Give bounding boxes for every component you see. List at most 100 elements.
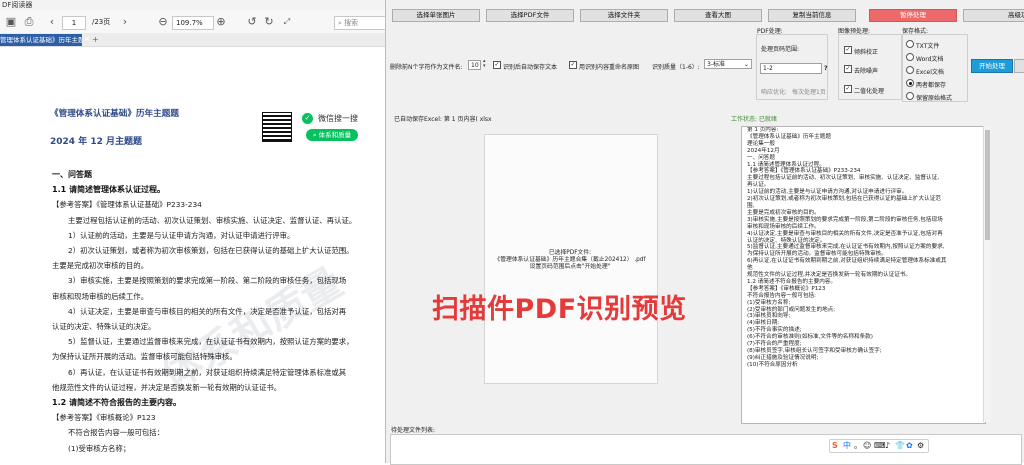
prev-page-icon[interactable]: ‹ [45, 15, 59, 29]
quality-select[interactable]: 3-标准 ⌄ [704, 59, 752, 69]
tab-document-label: 管理体系认证基础》历年主题 [0, 36, 82, 44]
result-line: 【参考答案】《审核概论》P123 [747, 285, 826, 292]
reader-title-bar: DF阅读器 [0, 0, 385, 11]
pdf-reader-window: DF阅读器 ▣ ⎙ ‹ 1 /23页 › ⊖ 109.7% ⌄ ⊕ ↺ ↻ ⤢ … [0, 0, 386, 463]
pdf-heading: 1.2 请简述不符合报告的主要内容。 [52, 398, 181, 407]
advanced-button[interactable]: 高级功能 [963, 9, 1024, 22]
next-page-icon[interactable]: › [118, 15, 132, 29]
pending-label: 待处理文件列表: [391, 427, 436, 434]
print-icon[interactable]: ⎙ [22, 15, 36, 29]
pdf-text-line: 6）再认证，在认证证书有效期到期之前，对获证组织持续满足特定管理体系标准或其 [68, 367, 347, 377]
radio-word[interactable] [906, 53, 914, 61]
page-number-input[interactable]: 1 [62, 16, 86, 30]
keyboard-icon[interactable]: ⌨ [874, 441, 886, 451]
search-placeholder: 搜索 [344, 19, 359, 27]
deskew-checkbox[interactable]: ✓ [844, 46, 852, 54]
pause-button[interactable]: 暂停处理 [869, 9, 957, 22]
copy-info-button[interactable]: 复制当前信息 [768, 9, 856, 22]
pdf-heading: 一、问答题 [52, 170, 92, 179]
emoji-icon[interactable]: ☺ [863, 441, 871, 451]
rename-count-input[interactable]: 10 [468, 60, 481, 70]
preview-title: 扫描件PDF识别预览 [432, 294, 687, 325]
radio-original[interactable] [906, 92, 914, 100]
pdf-text-line: (1)受审核方名称； [68, 443, 131, 453]
reader-tab-bar: 管理体系认证基础》历年主题 ✕ + [0, 33, 385, 47]
origin-name-checkbox[interactable]: ✓ [569, 61, 577, 69]
radio-txt[interactable] [906, 40, 914, 48]
result-line: 规范性文件的认证过程,并决定是否换发新一轮有效期的认证证书。 [747, 272, 911, 279]
radio-excel[interactable] [906, 66, 914, 74]
stepper-icon[interactable]: ▴ ▾ [483, 59, 486, 69]
denoise-label: 去除噪声 [854, 68, 879, 75]
select-image-button[interactable]: 选择单张图片 [392, 9, 480, 22]
result-textbox[interactable]: 第 1 页内容: 《管理体系认证基础》历年主题题 理论集一般 2024年12月 一、问答… [741, 126, 986, 424]
result-scrollbar[interactable] [983, 126, 991, 422]
rotate-right-icon[interactable]: ↻ [262, 15, 276, 29]
ime-toolbar[interactable]: S 中 。 ☺ ⌨ ♪ 👕 ✿ ⚙ [829, 439, 929, 453]
new-tab-icon[interactable]: + [92, 33, 99, 46]
result-line: 4)认证决定,主要是审查与审核目的相关的所有文件,决定是否准予认证,包括对再 [747, 230, 943, 237]
pdf-text-line: 为保持认证所开展的活动。监督审核可能包括特殊审核。 [52, 352, 237, 362]
ime-mode-icon[interactable]: 中 [843, 441, 851, 451]
quality-label: 识别质量（1-6）: [652, 64, 700, 71]
close-tab-icon[interactable]: ✕ [84, 33, 90, 46]
pdf-text-line: 2）初次认证策划，或者称为初次审核策划，包括在已获得认证的基础上扩大认证范围。 [68, 246, 354, 255]
skin-icon[interactable]: 👕 [895, 441, 905, 451]
optimize-label: 响应优化: [761, 89, 788, 96]
secondary-button[interactable] [1014, 59, 1024, 73]
punctuation-icon[interactable]: 。 [854, 441, 862, 451]
radio-both[interactable] [906, 79, 914, 87]
ocr-app-window: 选择单张图片 选择PDF文件 选择文件夹 查看大图 复制当前信息 暂停处理 高级… [386, 0, 1024, 465]
reader-title: DF阅读器 [2, 1, 33, 9]
radio-txt-label: TXT文件 [916, 43, 940, 50]
result-line: 3)审核实施,主要是按照策划的要求完成第一阶段,第二阶段的审核任务,包括现场 [747, 216, 943, 223]
rename-label: 删除前N个字符作为文件名: [390, 64, 463, 71]
result-line: 6)再认证,在认证证书有效期到期之前,对获证组织持续满足特定管理体系标准或其 [747, 258, 947, 265]
zoom-out-icon[interactable]: ⊖ [156, 15, 170, 29]
radio-original-label: 保留原始格式 [916, 95, 953, 102]
doc-subtitle: 2024 年 12 月主题题 [50, 137, 142, 147]
auto-save-checkbox[interactable]: ✓ [493, 61, 501, 69]
denoise-checkbox[interactable]: ✓ [844, 65, 852, 73]
fit-page-icon[interactable]: ⤢ [280, 15, 294, 29]
result-line: 2)初次认证策划,或者称为初次审核策划,包括在已获得认证的基础上扩大认证范 [747, 196, 941, 203]
binarize-label: 二值化处理 [854, 88, 885, 95]
pdf-text-line: 【参考答案】《审核概论》P123 [52, 413, 156, 423]
result-line: 围, [747, 202, 755, 209]
save-icon[interactable]: ▣ [4, 15, 18, 29]
page-total: /23页 [92, 18, 111, 26]
search-input[interactable]: ⌕ 搜索 [334, 16, 385, 30]
page-range-label: 处理页码范围: [761, 46, 800, 53]
wechat-icon: ✓ [302, 113, 313, 124]
reader-toolbar: ▣ ⎙ ‹ 1 /23页 › ⊖ 109.7% ⌄ ⊕ ↺ ↻ ⤢ ⌕ 搜索 [0, 11, 385, 39]
binarize-checkbox[interactable]: ✓ [844, 85, 852, 93]
voice-icon[interactable]: ♪ [885, 441, 890, 451]
result-line: 理论集一般 [747, 140, 775, 147]
sogou-icon[interactable]: S [832, 441, 838, 451]
pdf-text-line: 4）认证决定，主要是审查与审核目的相关的所有文件，决定是否准予认证，包括对再 [68, 306, 347, 316]
optimize-hint: 每次处理1页 [792, 89, 826, 96]
select-folder-button[interactable]: 选择文件夹 [580, 9, 668, 22]
tab-document[interactable]: 管理体系认证基础》历年主题 [0, 34, 82, 46]
zoom-in-icon[interactable]: ⊕ [214, 15, 228, 29]
rotate-left-icon[interactable]: ↺ [245, 15, 259, 29]
zoom-select[interactable]: 109.7% ⌄ [172, 16, 214, 39]
view-large-button[interactable]: 查看大图 [674, 9, 762, 22]
pdf-text-line: 认证的决定、特殊认证的决定。 [52, 322, 156, 331]
wechat-label: 微信搜一搜 [318, 114, 358, 123]
result-line: 他 [747, 265, 753, 272]
select-pdf-button[interactable]: 选择PDF文件 [486, 9, 574, 22]
scrollbar-thumb[interactable] [985, 130, 990, 240]
start-button[interactable]: 开始处理 [971, 59, 1013, 73]
doc-title: 《管理体系认证基础》历年主题题 [50, 109, 179, 119]
result-line: 审核和现场审核的后续工作。 [747, 223, 820, 230]
pdf-text-line: 【参考答案】《管理体系认证基础》P233-234 [52, 200, 202, 210]
result-line: 第 1 页内容: [747, 127, 779, 133]
zoom-value: 109.7% [176, 19, 203, 27]
help-icon[interactable]: ? [824, 65, 827, 72]
settings-icon[interactable]: ⚙ [917, 441, 924, 451]
pdf-text-line: 5）监督认证，主要通过监督审核来完成，在认证证书有效期内，按照认证方案的要求， [68, 337, 354, 347]
wechat-search-button[interactable]: ⌕ 体系和质量 [306, 129, 358, 141]
toolbox-icon[interactable]: ✿ [906, 441, 913, 451]
page-range-input[interactable]: 1-2 [760, 63, 822, 74]
